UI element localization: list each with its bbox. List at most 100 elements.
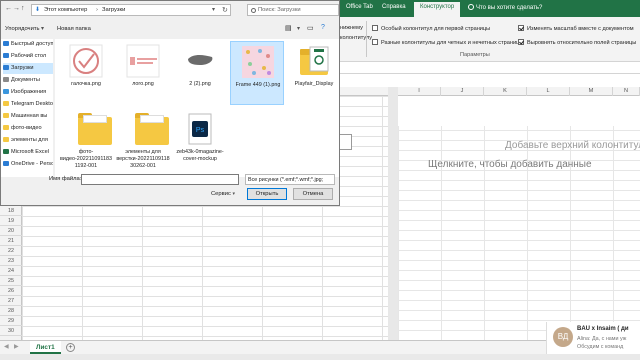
row-header-cell[interactable]: 24 — [0, 266, 22, 276]
tab-office-tab[interactable]: Office Tab — [346, 4, 373, 10]
align-label: Выровнять относительно полей страницы — [527, 40, 637, 46]
preview-pane-icon[interactable]: ▭ — [307, 24, 314, 32]
up-arrow-icon[interactable]: ↑ — [21, 5, 25, 12]
nav-item[interactable]: элементы для — [3, 135, 53, 146]
sheet-tab-1[interactable]: Лист1 — [30, 341, 61, 354]
nav-item[interactable]: Быстрый доступ — [3, 39, 53, 50]
organize-chevron-icon: ▾ — [41, 26, 44, 32]
tell-me-search[interactable]: Что вы хотите сделать? — [468, 4, 542, 11]
tools-menu-button[interactable]: Сервис ▾ — [211, 191, 235, 197]
svg-text:Ps: Ps — [196, 127, 205, 134]
align-option[interactable]: Выровнять относительно полей страницы — [518, 39, 636, 46]
scale-label: Изменять масштаб вместе с документом — [527, 26, 634, 32]
file-item[interactable]: фото-видео-2022110911831192-001 — [59, 109, 113, 173]
view-options-icon[interactable]: ▤ — [285, 24, 292, 32]
row-header-cell[interactable]: 20 — [0, 226, 22, 236]
align-checkbox[interactable] — [518, 39, 524, 45]
column-header-k[interactable]: K — [484, 87, 527, 96]
organize-button[interactable]: Упорядочить — [5, 26, 40, 32]
nav-item-label: Быстрый доступ — [11, 41, 53, 47]
chat-notification[interactable]: ВД BAU x Insaim ( ди Alina: Да, с нами у… — [546, 322, 640, 354]
file-item[interactable]: элементы для верстки-2022110911830262-00… — [116, 109, 170, 173]
odd-even-option[interactable]: Разные колонтитулы для четных и нечетных… — [372, 39, 519, 46]
cell-grid-right[interactable] — [398, 96, 640, 340]
nav-folder-icon — [3, 113, 9, 118]
zip-folder-icon — [296, 43, 332, 79]
row-header-cell[interactable]: 27 — [0, 296, 22, 306]
nav-item[interactable]: Изображения — [3, 87, 53, 98]
nav-item[interactable]: OneDrive - Person — [3, 159, 53, 170]
breadcrumb-this-pc[interactable]: Этот компьютер — [44, 7, 87, 13]
file-item[interactable]: Frame 449 (1).png — [230, 41, 284, 105]
row-header-cell[interactable]: 18 — [0, 206, 22, 216]
nav-item[interactable]: Telegram Deskto — [3, 99, 53, 110]
column-header-j[interactable]: J — [441, 87, 484, 96]
odd-even-checkbox[interactable] — [372, 39, 378, 45]
refresh-icon[interactable]: ↻ — [222, 6, 228, 14]
address-bar[interactable]: ⬇ Этот компьютер › Загрузки ▾ ↻ — [31, 4, 231, 16]
row-header-cell[interactable]: 26 — [0, 286, 22, 296]
file-item[interactable]: лого.png — [116, 41, 170, 105]
back-arrow-icon[interactable]: ← — [5, 5, 12, 12]
nav-item[interactable]: Машинная вы — [3, 111, 53, 122]
file-item[interactable]: Ps zeb43k-0magazine-cover-mockup — [173, 109, 227, 173]
next-sheet-icon[interactable]: ▶ — [14, 343, 19, 350]
status-bar — [0, 354, 640, 360]
navigation-pane: Быстрый доступ Рабочий стол Загрузки Докуме… — [1, 39, 53, 177]
nav-item-label: Изображения — [11, 89, 47, 95]
row-header-cell[interactable]: 23 — [0, 256, 22, 266]
search-input[interactable]: Поиск: Загрузки — [247, 4, 339, 16]
first-page-option[interactable]: Особый колонтитул для первой страницы — [372, 25, 490, 32]
prev-sheet-icon[interactable]: ◀ — [4, 343, 9, 350]
file-name: Frame 449 (1).png — [235, 82, 281, 88]
tools-chevron-icon: ▾ — [232, 191, 235, 197]
open-button[interactable]: Открыть — [247, 188, 287, 200]
nav-item[interactable]: Рабочий стол — [3, 51, 53, 62]
view-chevron-icon[interactable]: ▾ — [297, 26, 300, 32]
column-header-n[interactable]: N — [613, 87, 640, 96]
help-icon[interactable]: ? — [321, 24, 325, 31]
nav-item[interactable]: фото-видео — [3, 123, 53, 134]
first-page-checkbox[interactable] — [372, 25, 378, 31]
row-header-cell[interactable]: 19 — [0, 216, 22, 226]
row-header-cell[interactable]: 30 — [0, 326, 22, 336]
header-zone[interactable] — [398, 96, 640, 126]
nav-folder-icon — [3, 89, 9, 94]
tab-help[interactable]: Справка — [382, 4, 406, 10]
row-header-cell[interactable]: 25 — [0, 276, 22, 286]
nav-item-label: фото-видео — [11, 125, 42, 131]
add-header-hint[interactable]: Добавьте верхний колонтитул — [505, 140, 640, 151]
row-header-cell[interactable]: 28 — [0, 306, 22, 316]
nav-item[interactable]: Документы — [3, 75, 53, 86]
forward-arrow-icon[interactable]: → — [13, 5, 20, 12]
row-header-cell[interactable]: 29 — [0, 316, 22, 326]
column-header-l[interactable]: L — [527, 87, 570, 96]
file-type-select[interactable]: Все рисунки (*.emf;*.wmf;*.jpg; — [245, 174, 335, 185]
nav-item[interactable]: Загрузки — [3, 63, 53, 74]
cancel-button[interactable]: Отмена — [293, 188, 333, 200]
file-open-dialog: ← → ↑ ⬇ Этот компьютер › Загрузки ▾ ↻ По… — [0, 0, 340, 206]
row-header-cell[interactable]: 22 — [0, 246, 22, 256]
nav-folder-icon — [3, 53, 9, 58]
formula-bar[interactable] — [340, 62, 640, 74]
column-header-m[interactable]: M — [570, 87, 613, 96]
go-to-footer-label-2[interactable]: колонтитулу — [340, 35, 372, 41]
scale-checkbox[interactable] — [518, 25, 524, 31]
filename-label: Имя файла: — [49, 176, 82, 182]
add-sheet-button[interactable]: + — [66, 343, 75, 352]
scale-option[interactable]: Изменять масштаб вместе с документом — [518, 25, 634, 32]
file-item[interactable]: 2 (2).png — [173, 41, 227, 105]
add-data-hint[interactable]: Щелкните, чтобы добавить данные — [428, 159, 592, 170]
filename-input[interactable] — [81, 174, 239, 185]
address-dropdown-icon[interactable]: ▾ — [212, 7, 215, 13]
first-page-label: Особый колонтитул для первой страницы — [381, 26, 491, 32]
column-header-i[interactable]: I — [398, 87, 441, 96]
file-item[interactable]: Playfair_Display — [287, 41, 341, 105]
row-header-cell[interactable]: 21 — [0, 236, 22, 246]
new-folder-button[interactable]: Новая папка — [57, 26, 91, 32]
go-to-footer-label[interactable]: нижнему — [340, 25, 363, 31]
nav-item[interactable]: Microsoft Excel — [3, 147, 53, 158]
file-item[interactable]: галочка.png — [59, 41, 113, 105]
breadcrumb-downloads[interactable]: Загрузки — [102, 7, 125, 13]
tab-designer[interactable]: Конструктор — [414, 2, 461, 17]
